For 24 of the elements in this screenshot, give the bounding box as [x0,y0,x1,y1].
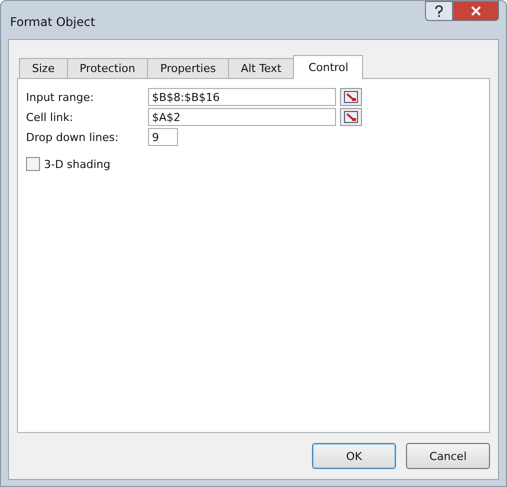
help-button[interactable] [425,1,453,21]
checkbox-label: 3-D shading [44,158,110,170]
tab[interactable]: Properties [147,58,229,78]
dialog-button[interactable]: Cancel [406,443,490,469]
collapse-dialog-button[interactable] [340,108,362,126]
close-icon [471,6,481,16]
window-title: Format Object [9,15,96,29]
collapse-dialog-button[interactable] [340,88,362,106]
tab[interactable]: Protection [66,58,148,78]
close-button[interactable] [453,1,499,21]
tab[interactable]: Size [19,58,68,78]
input-field[interactable]: 9 [148,128,178,146]
dialog-button[interactable]: OK [312,443,396,469]
tab[interactable]: Alt Text [228,58,294,78]
field-label: Input range: [26,90,95,104]
input-field[interactable]: $A$2 [148,108,336,126]
field-label: Drop down lines: [26,130,120,144]
help-icon [434,5,444,17]
range-select-icon [344,91,358,103]
input-field[interactable]: $B$8:$B$16 [148,88,336,106]
tab[interactable]: Control [293,55,364,79]
field-label: Cell link: [26,110,74,124]
checkbox[interactable] [26,157,40,171]
range-select-icon [344,111,358,123]
